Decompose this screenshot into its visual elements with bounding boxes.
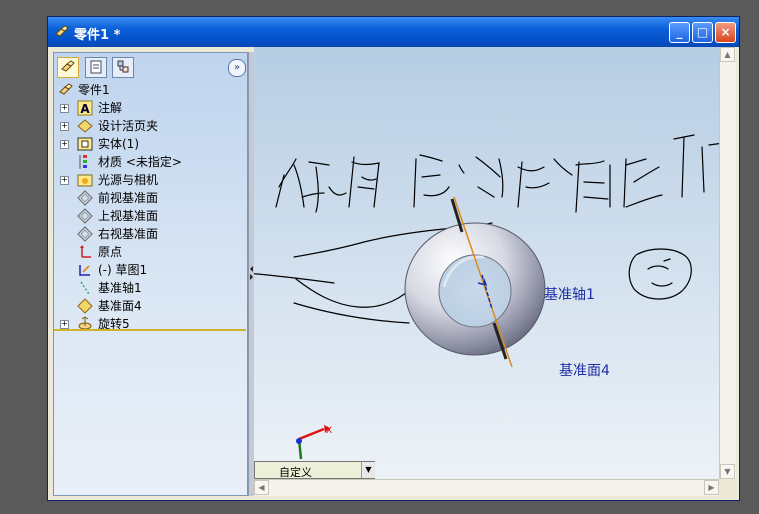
tree-item-label: 上视基准面 bbox=[98, 209, 159, 223]
axis1-label[interactable]: 基准轴1 bbox=[544, 284, 595, 304]
expand-toggle[interactable]: + bbox=[60, 104, 69, 113]
tab-configurationmanager[interactable] bbox=[112, 57, 134, 78]
window-title: 零件1 * bbox=[74, 28, 121, 43]
sketch-icon bbox=[79, 265, 90, 276]
desktop: { "window": { "title": "零件1 *", "buttons… bbox=[0, 0, 759, 514]
property-sheet-icon bbox=[90, 60, 102, 74]
tree-item-label: 设计活页夹 bbox=[98, 119, 159, 133]
plane-icon bbox=[77, 298, 93, 314]
configuration-icon bbox=[117, 60, 129, 73]
tree-item-annotations[interactable]: + A 注解 bbox=[54, 99, 244, 117]
svg-text:A: A bbox=[80, 102, 90, 116]
tree-item-label: 原点 bbox=[98, 245, 123, 259]
tree-root-part[interactable]: 零件1 bbox=[54, 81, 244, 99]
axis-icon bbox=[80, 281, 90, 295]
model-view: X Y bbox=[254, 134, 719, 474]
tree-item-lights-cameras[interactable]: + 光源与相机 bbox=[54, 171, 244, 189]
tree-item-top-plane[interactable]: 上视基准面 bbox=[54, 207, 244, 225]
chevron-down-icon[interactable]: ▼ bbox=[361, 462, 375, 478]
part-icon bbox=[59, 83, 73, 95]
plane-icon bbox=[77, 190, 93, 206]
maximize-button[interactable]: □ bbox=[692, 22, 713, 43]
plane4-label[interactable]: 基准面4 bbox=[559, 360, 610, 380]
plane-icon bbox=[77, 226, 93, 242]
expand-toggle[interactable]: + bbox=[60, 122, 69, 131]
tree-item-label: 基准轴1 bbox=[98, 281, 142, 295]
material-icon bbox=[79, 155, 87, 169]
feature-manager-panel: » 零件1 + A 注解 + 设计活页夹 + 实体(1) 材质 <未指定> + … bbox=[53, 52, 248, 496]
tree-item-label: 材质 <未指定> bbox=[98, 155, 182, 169]
tree-item-origin[interactable]: 原点 bbox=[54, 243, 244, 261]
vertical-scrollbar[interactable]: ▲ ▼ bbox=[719, 47, 736, 479]
tree-item-label: 光源与相机 bbox=[98, 173, 159, 187]
tree-item-label: 注解 bbox=[98, 101, 123, 115]
tree-item-label: 基准面4 bbox=[98, 299, 142, 313]
scroll-down-arrow[interactable]: ▼ bbox=[720, 464, 735, 479]
minimize-button[interactable]: _ bbox=[669, 22, 690, 43]
tree-item-label: (-) 草图1 bbox=[98, 263, 148, 277]
torus-model[interactable] bbox=[404, 222, 546, 356]
tree-item-sketch1[interactable]: (-) 草图1 bbox=[54, 261, 244, 279]
view-orientation-value: 自定义 bbox=[279, 466, 312, 479]
part-icon bbox=[61, 60, 75, 72]
expand-toggle[interactable]: + bbox=[60, 176, 69, 185]
expand-toggle[interactable]: + bbox=[60, 140, 69, 149]
tree-item-right-plane[interactable]: 右视基准面 bbox=[54, 225, 244, 243]
horizontal-scrollbar[interactable]: ◀ ▶ bbox=[254, 479, 719, 496]
annotation-icon: A bbox=[77, 100, 93, 116]
tree-item-design-binder[interactable]: + 设计活页夹 bbox=[54, 117, 244, 135]
scroll-up-arrow[interactable]: ▲ bbox=[720, 47, 735, 62]
design-binder-icon bbox=[77, 119, 93, 133]
tab-propertymanager[interactable] bbox=[85, 57, 107, 78]
expand-panel-button[interactable]: » bbox=[228, 59, 246, 77]
expand-toggle[interactable]: + bbox=[60, 320, 69, 329]
triad-x-label: X bbox=[326, 426, 332, 436]
close-button[interactable]: × bbox=[715, 22, 736, 43]
tree-item-label: 前视基准面 bbox=[98, 191, 159, 205]
tab-featuremanager[interactable] bbox=[57, 57, 79, 78]
tree-item-axis1[interactable]: 基准轴1 bbox=[54, 279, 244, 297]
view-orientation-dropdown[interactable]: 自定义 ▼ bbox=[254, 461, 375, 479]
lights-cameras-icon bbox=[77, 174, 93, 187]
origin-icon bbox=[80, 245, 91, 258]
tree-item-plane4[interactable]: 基准面4 bbox=[54, 297, 244, 315]
title-bar[interactable]: 零件1 * _ □ × bbox=[48, 17, 739, 47]
rollback-bar[interactable] bbox=[54, 329, 246, 331]
solid-bodies-icon bbox=[77, 137, 93, 151]
part-icon bbox=[55, 25, 69, 37]
tree-item-solid-bodies[interactable]: + 实体(1) bbox=[54, 135, 244, 153]
graphics-area[interactable]: X Y 基准轴1 基准面4 bbox=[254, 47, 719, 479]
tree-item-label: 右视基准面 bbox=[98, 227, 159, 241]
plane-icon bbox=[77, 208, 93, 224]
scroll-right-arrow[interactable]: ▶ bbox=[704, 480, 719, 495]
manager-tabs: » bbox=[54, 53, 247, 81]
tree-root-label: 零件1 bbox=[78, 83, 110, 97]
tree-item-label: 实体(1) bbox=[98, 137, 139, 151]
tree-item-front-plane[interactable]: 前视基准面 bbox=[54, 189, 244, 207]
part-document-window: 零件1 * _ □ × » 零件1 + A 注解 + 设计活页夹 + 实体(1)… bbox=[47, 16, 740, 501]
scroll-left-arrow[interactable]: ◀ bbox=[254, 480, 269, 495]
tree-item-material[interactable]: 材质 <未指定> bbox=[54, 153, 244, 171]
